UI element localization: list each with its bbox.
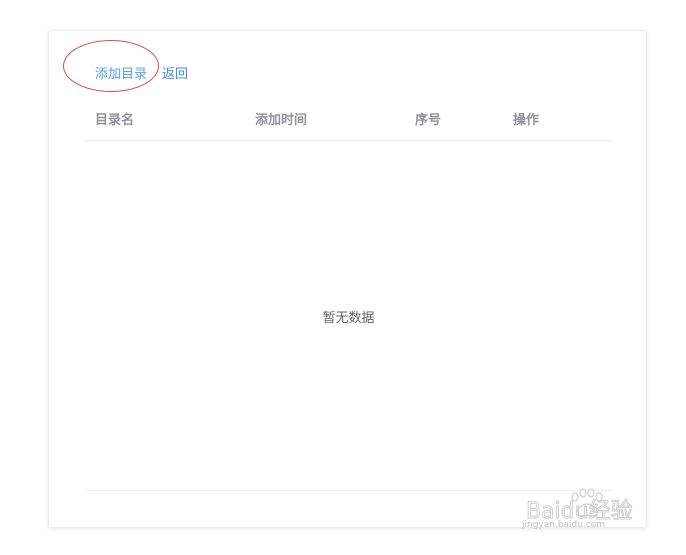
directory-panel: 添加目录 返回 目录名 添加时间 序号 操作 暂无数据 bbox=[48, 30, 647, 528]
back-link[interactable]: 返回 bbox=[162, 63, 188, 82]
table-bottom-divider bbox=[85, 490, 612, 491]
add-directory-link[interactable]: 添加目录 bbox=[95, 63, 147, 82]
watermark-url: jingyan.baidu.com bbox=[522, 520, 606, 530]
column-header-added-time: 添加时间 bbox=[255, 113, 308, 128]
column-header-sequence: 序号 bbox=[415, 113, 442, 128]
toolbar: 添加目录 返回 bbox=[95, 62, 188, 82]
table-header: 目录名 添加时间 序号 操作 bbox=[85, 105, 612, 141]
column-header-directory-name: 目录名 bbox=[95, 113, 135, 128]
column-header-actions: 操作 bbox=[513, 113, 540, 128]
empty-table-message: 暂无数据 bbox=[322, 311, 375, 326]
